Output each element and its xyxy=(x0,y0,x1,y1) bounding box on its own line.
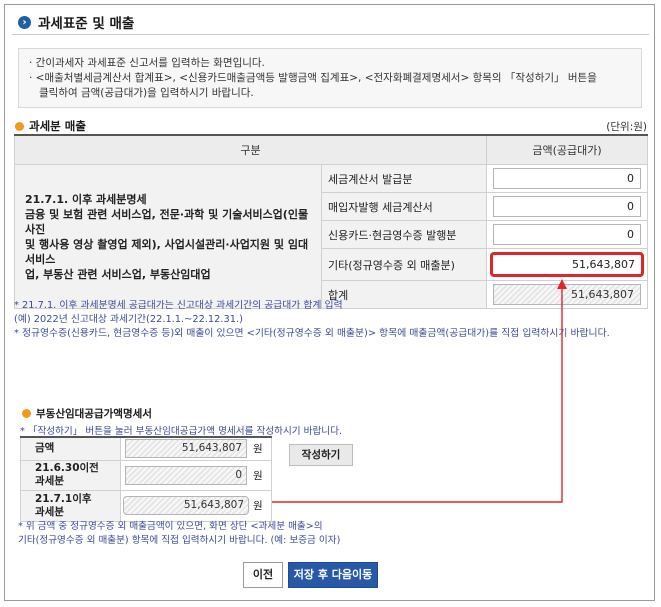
connector-line xyxy=(272,287,563,503)
note-line: * 위 금액 중 정규영수증 외 매출금액이 있으면, 화면 상단 <과세분 매… xyxy=(18,521,323,532)
bottom-notes: * 위 금액 중 정규영수증 외 매출금액이 있으면, 화면 상단 <과세분 매… xyxy=(18,520,340,547)
arrow-head-icon xyxy=(557,279,567,289)
connector-arrow xyxy=(272,279,567,503)
prev-button[interactable]: 이전 xyxy=(243,562,283,588)
save-next-button[interactable]: 저장 후 다음이동 xyxy=(288,562,378,588)
note-line: 기타(정규영수증 외 매출분) 항목에 직접 입력하시기 바랍니다. (예: 보… xyxy=(18,534,341,546)
